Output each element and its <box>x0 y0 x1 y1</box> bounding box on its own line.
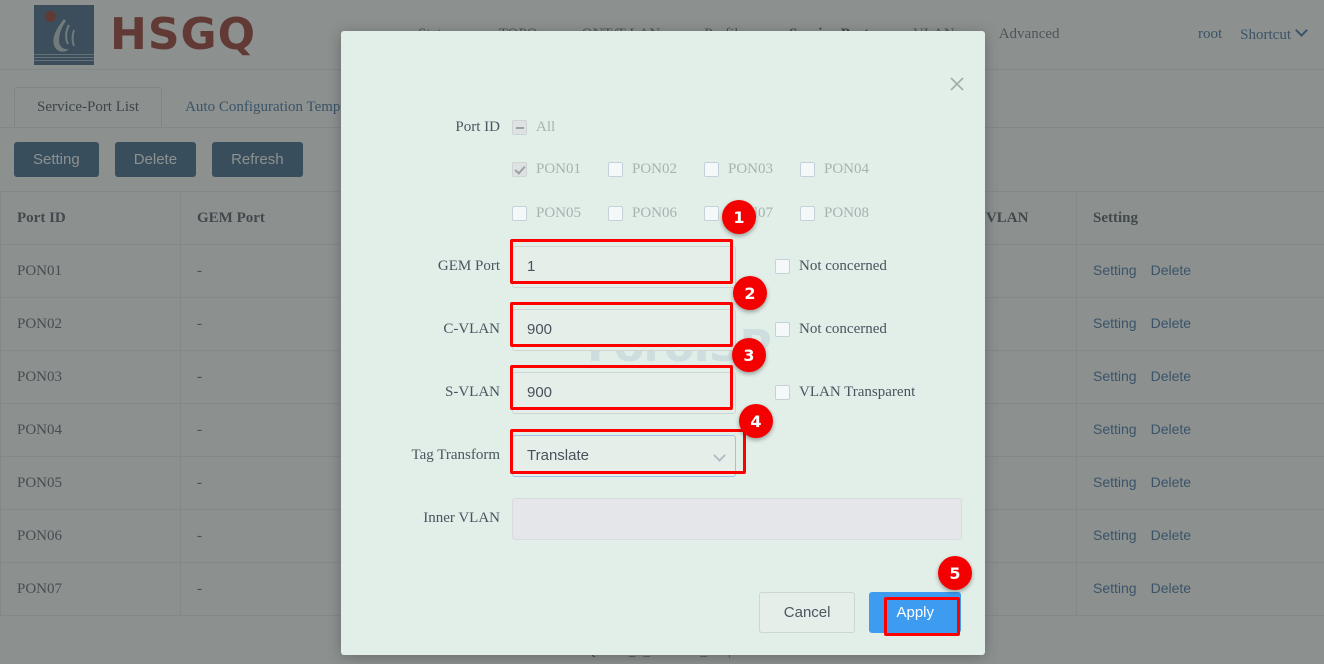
label-port-id: Port ID <box>455 118 500 135</box>
close-icon[interactable] <box>947 74 967 94</box>
label-pon03: PON03 <box>728 160 774 177</box>
checkbox-pon08[interactable] <box>800 205 815 221</box>
label-c-vlan: C-VLAN <box>443 321 500 337</box>
checkbox-pon01[interactable] <box>512 161 527 177</box>
port-checkbox-pon01[interactable]: PON01 <box>512 161 608 178</box>
label-inner-vlan: Inner VLAN <box>423 510 500 526</box>
apply-button[interactable]: Apply <box>869 592 961 633</box>
checkbox-pon06[interactable] <box>608 205 623 221</box>
step-badge-5: 5 <box>938 556 972 590</box>
step-badge-4: 4 <box>739 404 773 438</box>
label-gem-port: GEM Port <box>437 258 500 274</box>
checkbox-pon05[interactable] <box>512 205 527 221</box>
row-ports-2: PON05 PON06 PON07 PON08 <box>341 191 985 235</box>
label-pon06: PON06 <box>632 204 678 221</box>
cancel-button[interactable]: Cancel <box>758 592 856 633</box>
checkbox-pon03[interactable] <box>704 161 719 177</box>
gem-port-input[interactable] <box>512 245 736 288</box>
label-gem-not-concerned: Not concerned <box>799 258 887 274</box>
checkbox-all-ports[interactable] <box>512 119 527 135</box>
step-badge-3: 3 <box>732 338 766 372</box>
service-port-setting-dialog: ForoISP Port ID All PON01 PON02 <box>341 31 985 655</box>
port-checkbox-pon02[interactable]: PON02 <box>608 161 704 178</box>
s-vlan-input[interactable] <box>512 371 736 414</box>
label-pon01: PON01 <box>536 160 582 177</box>
c-vlan-input[interactable] <box>512 308 736 351</box>
step-badge-1: 1 <box>722 200 756 234</box>
label-s-vlan: S-VLAN <box>445 384 500 400</box>
step-badge-2: 2 <box>733 276 767 310</box>
dialog-form: Port ID All PON01 PON02 PON03 PON04 PON0… <box>341 107 985 550</box>
row-ports-1: PON01 PON02 PON03 PON04 <box>341 147 985 191</box>
label-all-ports: All <box>536 118 556 135</box>
label-pon05: PON05 <box>536 204 582 221</box>
port-checkbox-pon05[interactable]: PON05 <box>512 205 608 222</box>
dialog-actions: Cancel Apply <box>758 592 961 633</box>
checkbox-pon07[interactable] <box>704 205 719 221</box>
tag-transform-value: Translate <box>512 434 736 477</box>
checkbox-pon02[interactable] <box>608 161 623 177</box>
port-checkbox-pon04[interactable]: PON04 <box>800 161 896 178</box>
row-c-vlan: C-VLAN Not concerned <box>341 298 985 361</box>
label-pon08: PON08 <box>824 204 870 221</box>
label-pon04: PON04 <box>824 160 870 177</box>
row-gem-port: GEM Port Not concerned <box>341 235 985 298</box>
label-cvlan-not-concerned: Not concerned <box>799 321 887 337</box>
label-tag-transform: Tag Transform <box>411 447 500 463</box>
checkbox-vlan-transparent[interactable] <box>775 385 790 400</box>
label-vlan-transparent: VLAN Transparent <box>799 384 916 400</box>
checkbox-gem-not-concerned[interactable] <box>775 259 790 274</box>
port-checkbox-pon03[interactable]: PON03 <box>704 161 800 178</box>
port-checkbox-pon06[interactable]: PON06 <box>608 205 704 222</box>
port-checkbox-pon08[interactable]: PON08 <box>800 205 896 222</box>
row-s-vlan: S-VLAN VLAN Transparent <box>341 361 985 424</box>
inner-vlan-input[interactable] <box>512 497 962 540</box>
row-tag-transform: Tag Transform Translate <box>341 424 985 487</box>
row-inner-vlan: Inner VLAN <box>341 487 985 550</box>
label-pon02: PON02 <box>632 160 678 177</box>
checkbox-pon04[interactable] <box>800 161 815 177</box>
tag-transform-select[interactable]: Translate <box>512 434 736 477</box>
checkbox-cvlan-not-concerned[interactable] <box>775 322 790 337</box>
row-port-id-all: Port ID All <box>341 107 985 147</box>
